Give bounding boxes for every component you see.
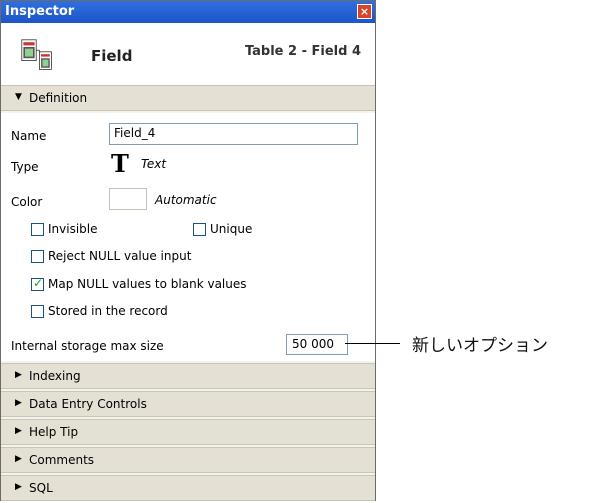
invisible-checkbox[interactable] xyxy=(31,223,44,236)
inspector-window: Inspector × Field Table 2 - Field 4 ▼ De… xyxy=(0,0,376,501)
section-comments[interactable]: ▶ Comments xyxy=(1,447,375,473)
name-label: Name xyxy=(11,129,47,143)
color-label: Color xyxy=(11,195,43,209)
type-label: Type xyxy=(11,160,39,174)
inspector-title: Field xyxy=(91,47,133,65)
inspector-header: Field Table 2 - Field 4 xyxy=(1,23,375,85)
triangle-right-icon: ▶ xyxy=(15,370,22,380)
stored-checkbox[interactable] xyxy=(31,305,44,318)
section-label: Help Tip xyxy=(29,425,79,439)
triangle-right-icon: ▶ xyxy=(15,426,22,436)
reject-null-checkbox[interactable] xyxy=(31,250,44,263)
triangle-right-icon: ▶ xyxy=(15,398,22,408)
triangle-down-icon: ▼ xyxy=(15,92,22,102)
checkmark-icon: ✓ xyxy=(33,276,44,290)
unique-checkbox[interactable] xyxy=(193,223,206,236)
section-label: SQL xyxy=(29,481,53,495)
name-input[interactable]: Field_4 xyxy=(109,123,358,145)
stored-label[interactable]: Stored in the record xyxy=(48,304,168,318)
section-label: Comments xyxy=(29,453,95,467)
table-field-label: Table 2 - Field 4 xyxy=(244,44,361,59)
section-help-tip[interactable]: ▶ Help Tip xyxy=(1,419,375,445)
annotation-label: 新しいオプション xyxy=(412,336,548,356)
storage-size-input[interactable]: 50 000 xyxy=(286,334,348,355)
section-label: Definition xyxy=(29,91,88,105)
text-type-icon[interactable]: T xyxy=(111,149,129,178)
unique-label[interactable]: Unique xyxy=(210,222,252,236)
invisible-label[interactable]: Invisible xyxy=(48,222,98,236)
section-indexing[interactable]: ▶ Indexing xyxy=(1,363,375,389)
section-label: Indexing xyxy=(29,369,81,383)
section-sql[interactable]: ▶ SQL xyxy=(1,475,375,501)
section-definition[interactable]: ▼ Definition xyxy=(1,85,375,111)
map-null-label[interactable]: Map NULL values to blank values xyxy=(48,277,247,291)
definition-panel: Name Field_4 Type T Text Color Automatic… xyxy=(1,113,375,361)
title-bar[interactable]: Inspector × xyxy=(1,1,375,23)
triangle-right-icon: ▶ xyxy=(15,482,22,492)
section-data-entry-controls[interactable]: ▶ Data Entry Controls xyxy=(1,391,375,417)
map-null-checkbox[interactable]: ✓ xyxy=(31,276,44,291)
close-button[interactable]: × xyxy=(357,4,372,19)
window-title: Inspector xyxy=(5,4,75,19)
color-value: Automatic xyxy=(155,193,217,207)
type-value: Text xyxy=(141,157,167,171)
annotation-line xyxy=(345,343,400,344)
triangle-right-icon: ▶ xyxy=(15,454,22,464)
section-label: Data Entry Controls xyxy=(29,397,147,411)
reject-null-label[interactable]: Reject NULL value input xyxy=(48,249,191,263)
color-swatch[interactable] xyxy=(109,188,147,210)
field-inspector-icon xyxy=(21,39,52,70)
storage-size-label: Internal storage max size xyxy=(11,339,164,353)
